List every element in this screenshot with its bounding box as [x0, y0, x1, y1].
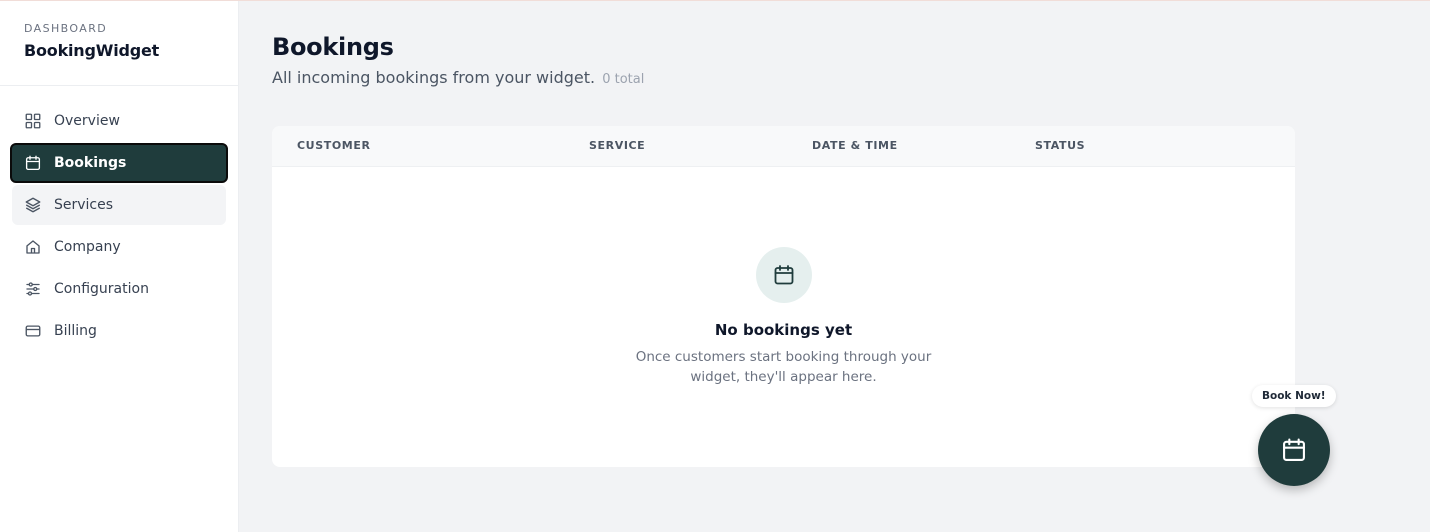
grid-icon	[24, 112, 42, 130]
home-icon	[24, 238, 42, 256]
empty-state: No bookings yet Once customers start boo…	[272, 247, 1295, 387]
column-header-service: SERVICE	[589, 139, 646, 152]
total-count: 0 total	[602, 72, 645, 87]
book-now-button[interactable]	[1258, 414, 1330, 486]
subtitle-text: All incoming bookings from your widget.	[272, 68, 596, 87]
sidebar-item-label: Services	[54, 197, 114, 213]
sidebar-item-label: Bookings	[54, 155, 127, 171]
sidebar-item-configuration[interactable]: Configuration	[12, 269, 226, 309]
sliders-icon	[24, 280, 42, 298]
column-header-customer: CUSTOMER	[297, 139, 371, 152]
bookings-table: CUSTOMER SERVICE DATE & TIME STATUS No b…	[272, 126, 1295, 467]
sidebar-item-billing[interactable]: Billing	[12, 311, 226, 351]
calendar-icon	[1280, 436, 1308, 464]
sidebar: DASHBOARD BookingWidget Overview Booking…	[0, 0, 239, 532]
sidebar-item-label: Overview	[54, 113, 120, 129]
column-header-date-time: DATE & TIME	[812, 139, 898, 152]
sidebar-item-services[interactable]: Services	[12, 185, 226, 225]
credit-card-icon	[24, 322, 42, 340]
top-border	[0, 0, 1430, 1]
sidebar-nav: Overview Bookings Services Company Confi…	[10, 101, 228, 353]
sidebar-item-label: Configuration	[54, 281, 149, 297]
sidebar-item-label: Company	[54, 239, 121, 255]
table-header: CUSTOMER SERVICE DATE & TIME STATUS	[272, 126, 1295, 167]
book-now-label[interactable]: Book Now!	[1252, 385, 1336, 407]
app-name: BookingWidget	[24, 41, 160, 60]
sidebar-item-company[interactable]: Company	[12, 227, 226, 267]
sidebar-item-label: Billing	[54, 323, 97, 339]
calendar-icon	[24, 154, 42, 172]
brand-eyebrow: DASHBOARD	[24, 22, 108, 35]
main-content: Bookings All incoming bookings from your…	[272, 0, 1295, 467]
empty-state-text: Once customers start booking through you…	[635, 349, 932, 385]
brand: DASHBOARD BookingWidget	[0, 0, 238, 86]
empty-state-title: No bookings yet	[714, 321, 853, 339]
page-subtitle: All incoming bookings from your widget. …	[272, 68, 1295, 87]
calendar-icon	[755, 247, 812, 303]
layers-icon	[24, 196, 42, 214]
page-title: Bookings	[272, 33, 394, 61]
sidebar-item-bookings[interactable]: Bookings	[10, 143, 228, 183]
column-header-status: STATUS	[1035, 139, 1086, 152]
sidebar-item-overview[interactable]: Overview	[12, 101, 226, 141]
